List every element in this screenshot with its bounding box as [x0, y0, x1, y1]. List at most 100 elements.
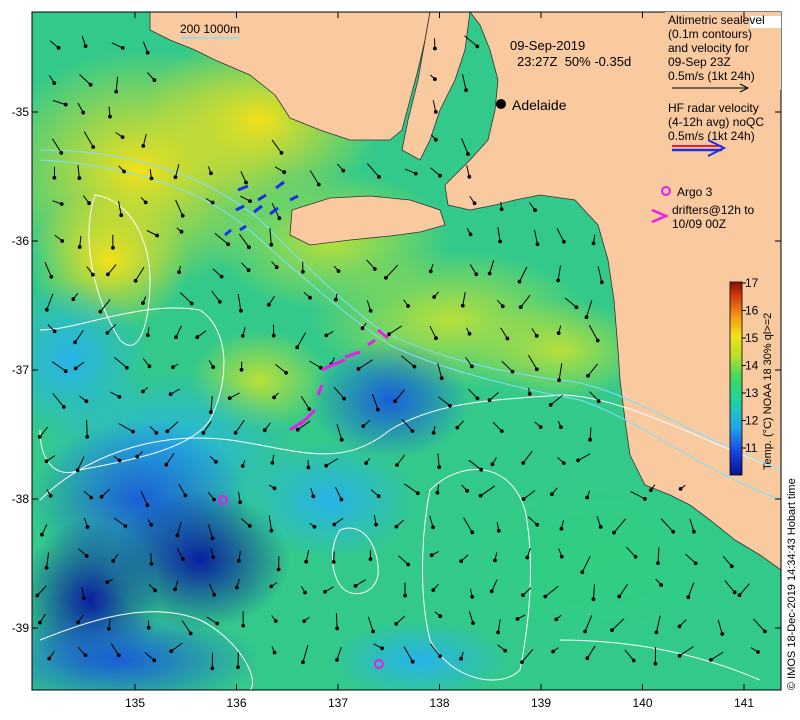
velocity-arrow-head: [437, 465, 442, 470]
velocity-arrow-head: [177, 270, 182, 275]
credit-text: © IMOS 18-Dec-2019 14:34:43 Hobart time: [786, 478, 798, 690]
velocity-arrow-head: [152, 658, 157, 663]
velocity-arrow-head: [336, 269, 341, 274]
velocity-arrow-head: [83, 653, 88, 658]
velocity-arrow-head: [438, 614, 443, 619]
velocity-arrow-head: [467, 331, 472, 336]
velocity-arrow-head: [493, 558, 497, 563]
velocity-arrow-head: [468, 232, 473, 237]
velocity-arrow-head: [324, 463, 329, 468]
velocity-arrow-head: [406, 304, 411, 308]
velocity-arrow-head: [303, 590, 307, 595]
velocity-arrow-head: [432, 295, 437, 299]
velocity-arrow-head: [433, 77, 437, 81]
velocity-arrow-head: [656, 561, 660, 565]
map-time-info: 23:27Z 50% -0.35d: [517, 54, 631, 69]
velocity-arrow-head: [496, 630, 501, 635]
velocity-arrow-head: [188, 631, 193, 636]
velocity-arrow-head: [406, 562, 411, 567]
velocity-arrow-head: [217, 299, 222, 304]
velocity-arrow-head: [643, 497, 647, 501]
legend-drifters-line-1: drifters@12h to: [672, 203, 755, 217]
legend-argo: Argo 3: [677, 185, 713, 199]
velocity-arrow-head: [105, 331, 110, 335]
velocity-arrow-head: [105, 580, 110, 585]
velocity-arrow-head: [478, 493, 483, 498]
velocity-arrow-head: [435, 490, 440, 495]
velocity-arrow-head: [500, 304, 505, 309]
velocity-arrow-head: [234, 585, 239, 590]
legend-alt-line-3: and velocity for: [668, 41, 749, 55]
velocity-arrow: [335, 612, 338, 629]
velocity-arrow-head: [554, 617, 559, 622]
velocity-arrow-head: [586, 373, 590, 378]
velocity-arrow-head: [81, 110, 86, 115]
velocity-arrow-head: [654, 630, 659, 635]
velocity-arrow-head: [415, 491, 420, 496]
velocity-arrow-head: [599, 280, 604, 285]
velocity-arrow-head: [244, 180, 248, 185]
lon-tick-label: 141: [734, 696, 754, 710]
velocity-arrow-head: [487, 271, 492, 276]
velocity-arrow-head: [311, 494, 316, 499]
velocity-arrow-head: [410, 429, 415, 433]
velocity-arrow-head: [503, 648, 508, 653]
velocity-arrow-head: [117, 395, 122, 399]
velocity-arrow-head: [413, 171, 418, 176]
velocity-arrow-head: [83, 44, 88, 48]
velocity-arrow-head: [209, 410, 213, 415]
velocity-arrow-head: [212, 592, 217, 597]
velocity-arrow-head: [111, 559, 115, 563]
lat-tick-label: -37: [12, 363, 30, 377]
velocity-arrow-head: [246, 268, 251, 273]
velocity-arrow-head: [238, 308, 243, 313]
velocity-arrow-head: [433, 46, 437, 51]
velocity-arrow-head: [518, 305, 523, 310]
velocity-arrow-head: [331, 560, 336, 564]
velocity-arrow-head: [693, 561, 698, 566]
velocity-arrow-head: [63, 369, 68, 374]
velocity-arrow-head: [312, 525, 317, 529]
velocity-arrow-head: [276, 567, 281, 572]
velocity-arrow-head: [428, 269, 433, 274]
velocity-arrow-head: [215, 621, 220, 626]
velocity-arrow-head: [85, 434, 90, 439]
velocity-arrow-head: [617, 594, 622, 599]
velocity-arrow-head: [149, 522, 154, 527]
velocity-arrow-head: [595, 338, 600, 343]
velocity-arrow-head: [562, 239, 566, 244]
velocity-arrow-head: [633, 554, 638, 559]
velocity-arrow-head: [487, 398, 492, 403]
velocity-arrow-head: [559, 554, 564, 559]
velocity-arrow-head: [559, 526, 564, 531]
velocity-arrow-head: [393, 399, 398, 404]
velocity-arrow-head: [114, 89, 119, 94]
velocity-arrow-head: [515, 617, 520, 621]
velocity-arrow-head: [521, 497, 526, 502]
velocity-arrow-head: [591, 241, 596, 246]
velocity-arrow-head: [180, 213, 185, 218]
legend-drifters-line-2: 10/09 00Z: [672, 217, 726, 231]
velocity-arrow-head: [307, 407, 312, 412]
velocity-arrow-head: [631, 658, 636, 663]
map-date: 09-Sep-2019: [510, 38, 585, 53]
velocity-arrow-head: [123, 524, 128, 528]
velocity-arrow-head: [324, 333, 329, 338]
velocity-arrow-head: [111, 245, 115, 250]
velocity-arrow-head: [584, 315, 589, 320]
velocity-arrow-head: [470, 530, 475, 535]
velocity-arrow-head: [538, 425, 543, 429]
velocity-arrow-head: [499, 429, 504, 434]
velocity-arrow-head: [525, 555, 530, 560]
velocity-arrow-head: [175, 533, 180, 538]
velocity-arrow-head: [195, 335, 200, 340]
velocity-arrow-head: [169, 649, 174, 654]
velocity-arrow-head: [52, 175, 57, 180]
velocity-arrow-head: [214, 459, 218, 464]
velocity-arrow-head: [521, 593, 525, 597]
lon-tick-label: 140: [632, 696, 652, 710]
velocity-arrow-head: [89, 495, 94, 500]
legend-hf-line-2: (4-12h avg) noQC: [668, 115, 764, 129]
velocity-arrow-head: [368, 308, 373, 313]
velocity-arrow-head: [372, 267, 377, 271]
